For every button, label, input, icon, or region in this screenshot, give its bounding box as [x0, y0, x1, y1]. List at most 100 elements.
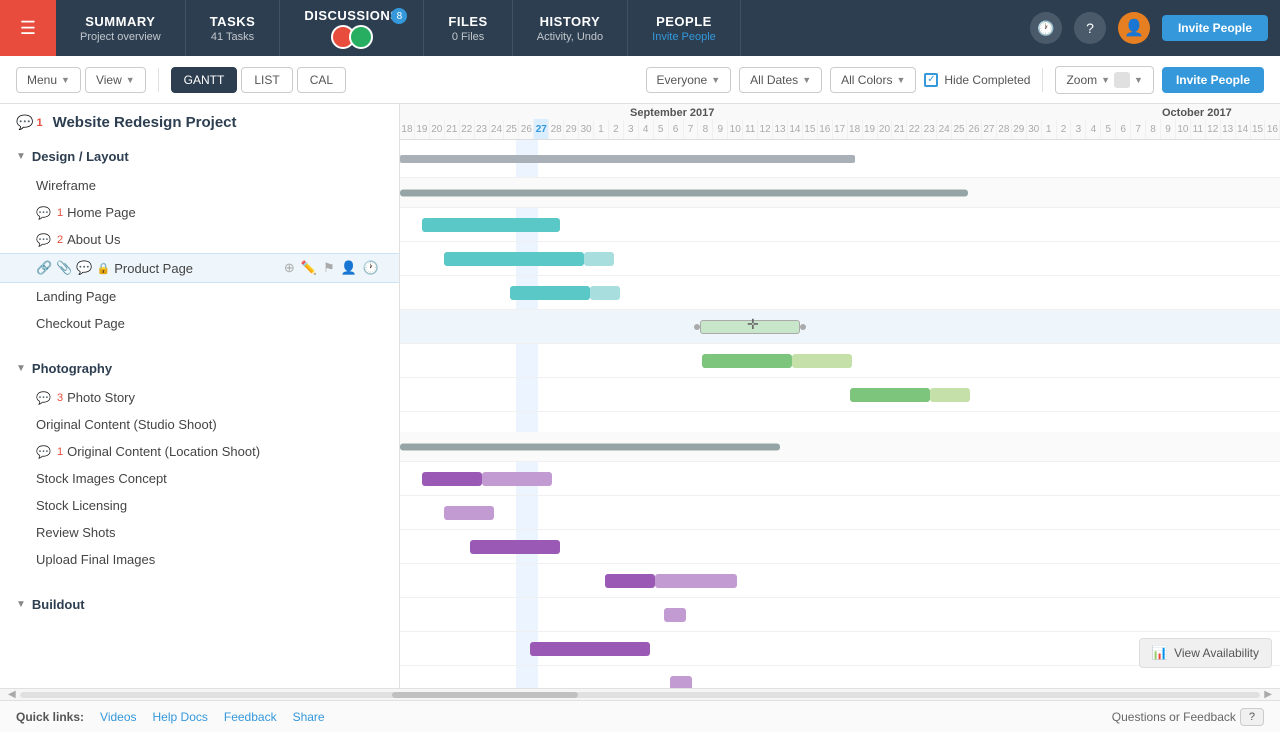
- task-product-page[interactable]: 🔗 📎 💬 🔒 Product Page ⊕ ✏️ ⚑ 👤 🕐: [0, 253, 399, 283]
- clock-task-icon[interactable]: 🕐: [363, 260, 379, 276]
- quick-link-helpdocs[interactable]: Help Docs: [153, 710, 208, 724]
- connect-icon[interactable]: ⊕: [284, 260, 295, 276]
- view-chevron: ▼: [126, 75, 135, 85]
- days-row: 1819202122232425262728293012345678910111…: [400, 119, 1280, 139]
- nav-tab-files-title: FILES: [448, 14, 487, 29]
- flag-icon[interactable]: ⚑: [323, 260, 335, 276]
- section-photography[interactable]: ▼ Photography: [0, 353, 399, 384]
- quick-link-feedback[interactable]: Feedback: [224, 710, 277, 724]
- scrollbar-track[interactable]: [20, 692, 1261, 698]
- task-upload-final[interactable]: Upload Final Images: [0, 546, 399, 573]
- cal-btn[interactable]: CAL: [297, 67, 346, 93]
- task-wireframe[interactable]: Wireframe: [0, 172, 399, 199]
- day-52: 10: [1176, 119, 1191, 139]
- task-stock-images[interactable]: Stock Images Concept: [0, 465, 399, 492]
- color-swatch: [1114, 72, 1130, 88]
- scrollbar-thumb[interactable]: [392, 692, 578, 698]
- view-availability-btn[interactable]: 📊 View Availability: [1139, 638, 1272, 668]
- feedback-text: Questions or Feedback: [1112, 710, 1236, 724]
- day-12: 30: [579, 119, 594, 139]
- connector-left: [694, 324, 700, 330]
- task-original-location[interactable]: 💬 1 Original Content (Location Shoot): [0, 438, 399, 465]
- nav-right: 🕐 ? 👤 Invite People: [1030, 0, 1280, 56]
- project-header: 💬 1 Website Redesign Project: [0, 104, 399, 141]
- day-18: 6: [669, 119, 684, 139]
- list-btn[interactable]: LIST: [241, 67, 292, 93]
- nav-tab-people[interactable]: PEOPLE Invite People: [628, 0, 741, 56]
- bar-stock-images-2: [655, 574, 737, 588]
- bubble-icon: 💬: [16, 114, 33, 131]
- section-buildout[interactable]: ▼ Buildout: [0, 589, 399, 620]
- day-13: 1: [594, 119, 609, 139]
- day-20: 8: [698, 119, 713, 139]
- horizontal-scrollbar[interactable]: ◀ ▶: [0, 688, 1280, 700]
- bar-chart-icon: 📊: [1152, 645, 1168, 661]
- top-invite-people-button[interactable]: Invite People: [1162, 15, 1268, 41]
- all-dates-dropdown[interactable]: All Dates ▼: [739, 67, 822, 93]
- day-47: 5: [1101, 119, 1116, 139]
- gantt-btn[interactable]: GANTT: [171, 67, 238, 93]
- section-arrow-buildout: ▼: [16, 599, 26, 610]
- scroll-right-arrow[interactable]: ▶: [1260, 689, 1276, 700]
- bar-stock-images-1: [605, 574, 655, 588]
- user-avatar[interactable]: 👤: [1118, 12, 1150, 44]
- day-1: 19: [415, 119, 430, 139]
- nav-tab-tasks-sub: 41 Tasks: [211, 31, 254, 43]
- nav-tab-summary[interactable]: SUMMARY Project overview: [56, 0, 186, 56]
- menu-dropdown[interactable]: Menu ▼: [16, 67, 81, 93]
- help-icon[interactable]: ?: [1074, 12, 1106, 44]
- nav-tab-files[interactable]: FILES 0 Files: [424, 0, 512, 56]
- nav-tab-history[interactable]: HISTORY Activity, Undo: [513, 0, 628, 56]
- hide-completed-toggle[interactable]: Hide Completed: [924, 73, 1030, 87]
- product-page-icons: 🔗 📎 💬 🔒: [36, 260, 110, 276]
- photo-section-bar: [400, 443, 780, 450]
- scroll-left-arrow[interactable]: ◀: [4, 689, 20, 700]
- task-home-page[interactable]: 💬 1 Home Page: [0, 199, 399, 226]
- edit-icon[interactable]: ✏️: [301, 260, 317, 276]
- task-original-studio[interactable]: Original Content (Studio Shoot): [0, 411, 399, 438]
- project-bar: [400, 155, 855, 163]
- hamburger-icon: ☰: [20, 18, 36, 39]
- day-54: 12: [1206, 119, 1221, 139]
- section-design-layout[interactable]: ▼ Design / Layout: [0, 141, 399, 172]
- task-about-us[interactable]: 💬 2 About Us: [0, 226, 399, 253]
- feedback-icon-btn[interactable]: ?: [1240, 708, 1264, 726]
- clock-icon[interactable]: 🕐: [1030, 12, 1062, 44]
- task-photo-story[interactable]: 💬 3 Photo Story: [0, 384, 399, 411]
- hamburger-menu[interactable]: ☰: [0, 0, 56, 56]
- gantt-checkout: [400, 378, 1280, 412]
- nav-tab-discussions[interactable]: DISCUSSIONS 8: [280, 0, 424, 56]
- comment-icon-aboutus: 💬: [36, 233, 51, 247]
- hide-completed-checkbox[interactable]: [924, 73, 938, 87]
- task-review-shots[interactable]: Review Shots: [0, 519, 399, 546]
- day-15: 3: [624, 119, 639, 139]
- task-checkout-page[interactable]: Checkout Page: [0, 310, 399, 337]
- everyone-dropdown[interactable]: Everyone ▼: [646, 67, 732, 93]
- day-30: 18: [848, 119, 863, 139]
- product-tools: ⊕ ✏️ ⚑ 👤 🕐: [284, 260, 379, 276]
- calendar-header: September 2017 October 2017 181920212223…: [400, 104, 1280, 140]
- invite-people-button[interactable]: Invite People: [1162, 67, 1264, 93]
- day-0: 18: [400, 119, 415, 139]
- location-icons: 💬 1: [36, 445, 63, 459]
- nav-tab-history-sub: Activity, Undo: [537, 31, 603, 43]
- gantt-stock-images: [400, 564, 1280, 598]
- person-icon[interactable]: 👤: [341, 260, 357, 276]
- day-56: 14: [1236, 119, 1251, 139]
- oct-label: October 2017: [1162, 107, 1232, 119]
- zoom-dropdown[interactable]: Zoom ▼ ▼: [1055, 66, 1154, 94]
- quick-link-videos[interactable]: Videos: [100, 710, 136, 724]
- comment-icon-homepage: 💬: [36, 206, 51, 220]
- nav-tab-tasks[interactable]: TASKS 41 Tasks: [186, 0, 281, 56]
- quick-link-share[interactable]: Share: [293, 710, 325, 724]
- bar-homepage-ext: [584, 252, 614, 266]
- view-dropdown[interactable]: View ▼: [85, 67, 146, 93]
- day-21: 9: [713, 119, 728, 139]
- gantt-section-design: [400, 178, 1280, 208]
- day-17: 5: [654, 119, 669, 139]
- task-landing-page[interactable]: Landing Page: [0, 283, 399, 310]
- bar-aboutus-ext: [590, 286, 620, 300]
- task-stock-licensing[interactable]: Stock Licensing: [0, 492, 399, 519]
- spacer-1: [0, 337, 399, 353]
- all-colors-dropdown[interactable]: All Colors ▼: [830, 67, 916, 93]
